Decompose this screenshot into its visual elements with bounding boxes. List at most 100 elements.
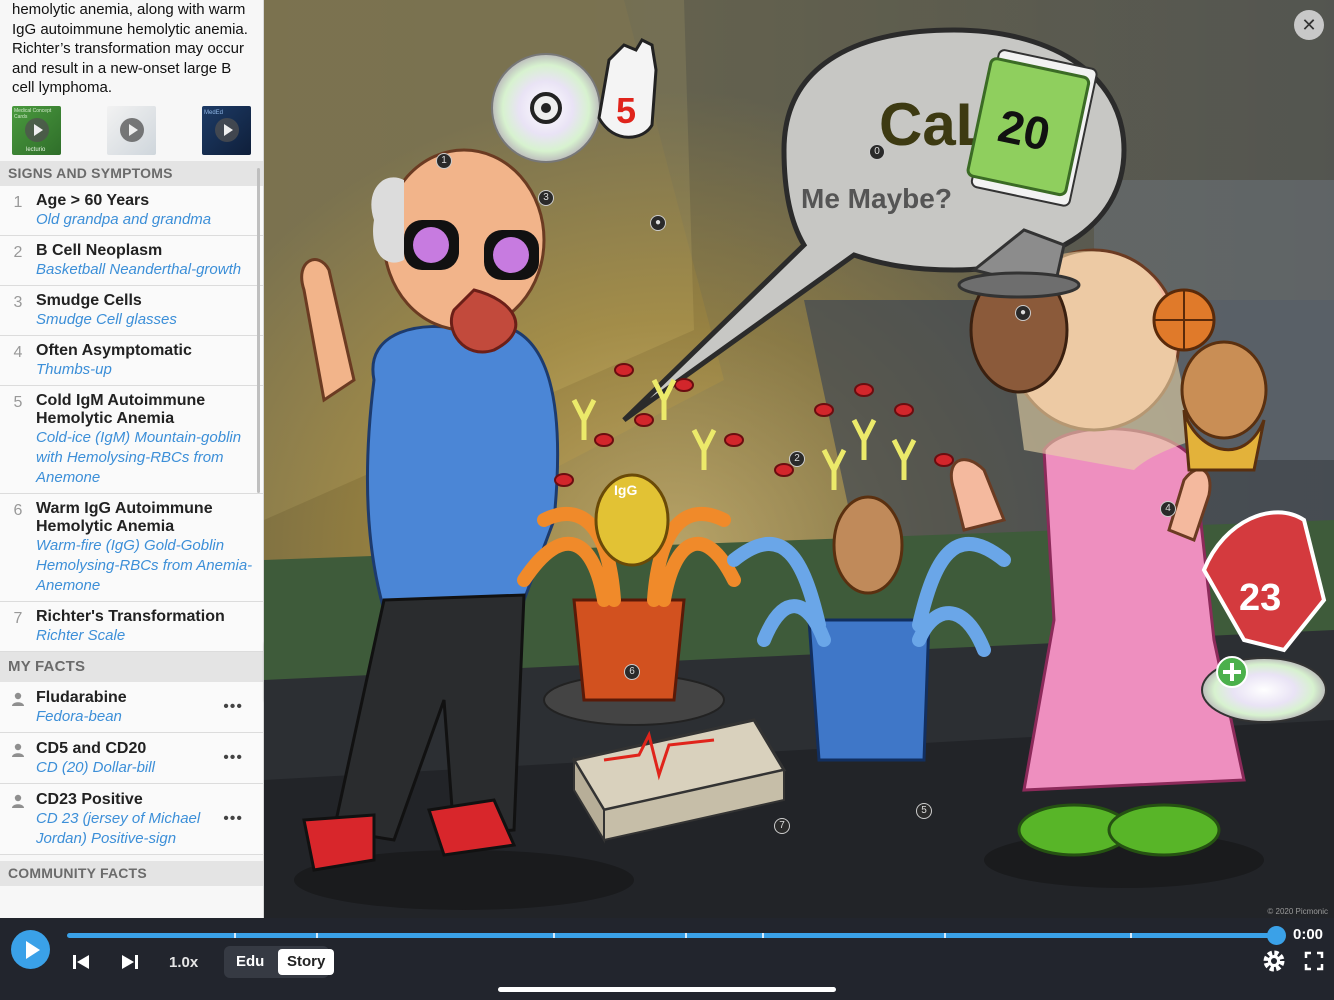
more-options-button[interactable]: ••• <box>223 810 243 828</box>
skip-forward-icon <box>122 955 138 969</box>
video-thumbnail-3[interactable]: MedEd <box>202 105 251 155</box>
scene-marker[interactable]: 3 <box>538 190 554 206</box>
symptom-mnemonic: Richter Scale <box>36 626 126 644</box>
close-icon: ✕ <box>1301 15 1317 35</box>
symptom-mnemonic: Basketball Neanderthal-growth <box>36 260 242 278</box>
skip-back-button[interactable] <box>71 952 91 977</box>
user-marker-icon[interactable]: ● <box>1015 305 1031 321</box>
fullscreen-button[interactable] <box>1304 951 1324 976</box>
progress-chapter-tick <box>316 933 318 938</box>
skip-back-icon <box>73 955 89 969</box>
intro-text: hemolytic anemia, along with warm IgG au… <box>12 1 248 96</box>
more-options-button[interactable]: ••• <box>223 698 243 716</box>
scene-marker[interactable]: 2 <box>789 451 805 467</box>
hand-label: 5 <box>616 90 636 131</box>
symptom-mnemonic: Thumbs-up <box>36 360 112 378</box>
symptom-number: 7 <box>13 609 23 627</box>
skip-forward-button[interactable] <box>120 952 140 977</box>
scene-marker[interactable]: 7 <box>774 818 790 834</box>
scene-marker[interactable]: 4 <box>1160 501 1176 517</box>
playback-speed-button[interactable]: 1.0x <box>169 954 198 971</box>
progress-chapter-tick <box>553 933 555 938</box>
speech-subtitle: Me Maybe? <box>801 183 952 214</box>
symptom-title: Warm IgG Autoimmune Hemolytic Anemia <box>36 499 213 535</box>
symptom-number: 6 <box>13 501 23 519</box>
symptom-title: B Cell Neoplasm <box>36 241 163 259</box>
person-icon <box>0 791 36 849</box>
person-icon <box>0 689 36 727</box>
scene-marker[interactable]: 5 <box>916 803 932 819</box>
progress-chapter-tick <box>234 933 236 938</box>
symptom-mnemonic: Smudge Cell glasses <box>36 310 177 328</box>
fact-mnemonic: CD 23 (jersey of Michael Jordan) Positiv… <box>36 809 201 847</box>
progress-chapter-tick <box>685 933 687 938</box>
thumbnail-sub: lecturio <box>26 146 46 153</box>
user-marker-icon[interactable]: ● <box>650 215 666 231</box>
copyright-text: © 2020 Picmonic <box>1267 907 1328 916</box>
mode-story-button[interactable]: Story <box>278 949 335 975</box>
symptom-number: 3 <box>13 293 23 311</box>
symptom-item[interactable]: 2 B Cell Neoplasm Basketball Neanderthal-g… <box>0 235 263 286</box>
progress-chapter-tick <box>1130 933 1132 938</box>
scene-marker[interactable]: 6 <box>624 664 640 680</box>
play-icon <box>119 118 144 142</box>
symptom-body: Age > 60 Years Old grandpa and grandma <box>36 192 257 230</box>
play-button[interactable] <box>11 930 50 969</box>
symptom-item[interactable]: 7 Richter's Transformation Richter Scale <box>0 601 263 652</box>
progress-track[interactable] <box>67 933 1277 938</box>
symptom-body: Warm IgG Autoimmune Hemolytic Anemia Warm… <box>36 500 257 596</box>
time-readout: 0:00 <box>1293 926 1324 943</box>
jersey-label: 23 <box>1239 577 1281 619</box>
fact-item[interactable]: CD23 Positive CD 23 (jersey of Michael Jo… <box>0 783 263 855</box>
mode-edu-button[interactable]: Edu <box>227 949 273 975</box>
player-bar: 0:00 1.0x Edu Story <box>0 918 1334 1000</box>
section-header-signs: SIGNS AND SYMPTOMS <box>0 160 263 186</box>
video-thumbnail-2[interactable] <box>107 105 156 155</box>
symptom-item[interactable]: 1 Age > 60 Years Old grandpa and grandma <box>0 185 263 236</box>
fact-item[interactable]: Fludarabine Fedora-bean ••• <box>0 681 263 733</box>
video-thumbnails: Medical Concept Cards lecturio MedEd <box>0 98 263 161</box>
symptom-title: Smudge Cells <box>36 291 142 309</box>
cd-disc-icon <box>491 53 601 163</box>
symptom-title: Cold IgM Autoimmune Hemolytic Anemia <box>36 391 206 427</box>
symptom-item[interactable]: 3 Smudge Cells Smudge Cell glasses <box>0 285 263 336</box>
symptom-number: 4 <box>13 343 23 361</box>
symptom-body: Cold IgM Autoimmune Hemolytic Anemia Cold… <box>36 392 257 488</box>
symptom-body: Richter's Transformation Richter Scale <box>36 608 257 646</box>
symptom-mnemonic: Warm-fire (IgG) Gold-Goblin Hemolysing-R… <box>36 536 253 594</box>
symptom-mnemonic: Old grandpa and grandma <box>36 210 212 228</box>
mnemonic-scene[interactable]: CaLL Me Maybe? 5 20 23 IgG 1 0 3 2 4 6 5… <box>264 0 1334 918</box>
video-thumbnail-1[interactable]: Medical Concept Cards lecturio <box>12 105 61 155</box>
thumbnail-caption: MedEd <box>204 109 224 116</box>
symptom-number: 2 <box>13 243 23 261</box>
mode-toggle: Edu Story <box>224 946 335 978</box>
symptom-item[interactable]: 6 Warm IgG Autoimmune Hemolytic Anemia War… <box>0 493 263 602</box>
scene-marker[interactable]: 1 <box>436 153 452 169</box>
play-icon <box>214 118 239 142</box>
section-header-my-facts: MY FACTS <box>0 651 263 682</box>
fact-mnemonic: CD (20) Dollar-bill <box>36 758 155 776</box>
home-indicator <box>498 987 836 992</box>
symptom-item[interactable]: 5 Cold IgM Autoimmune Hemolytic Anemia Col… <box>0 385 263 494</box>
close-button[interactable]: ✕ <box>1294 10 1324 40</box>
gear-icon <box>1263 950 1285 972</box>
fact-title: CD5 and CD20 <box>36 739 147 757</box>
symptom-number: 1 <box>13 193 23 211</box>
fact-item[interactable]: CD5 and CD20 CD (20) Dollar-bill ••• <box>0 732 263 784</box>
symptom-item[interactable]: 4 Often Asymptomatic Thumbs-up <box>0 335 263 386</box>
sidebar-scrollbar[interactable] <box>257 168 260 493</box>
progress-chapter-tick <box>944 933 946 938</box>
more-options-button[interactable]: ••• <box>223 749 243 767</box>
settings-button[interactable] <box>1261 948 1287 979</box>
symptom-title: Richter's Transformation <box>36 607 225 625</box>
symptom-title: Often Asymptomatic <box>36 341 192 359</box>
symptom-body: Smudge Cells Smudge Cell glasses <box>36 292 257 330</box>
progress-knob[interactable] <box>1267 926 1286 945</box>
sidebar: hemolytic anemia, along with warm IgG au… <box>0 0 264 918</box>
symptom-mnemonic: Cold-ice (IgM) Mountain-goblin with Hemo… <box>36 428 242 486</box>
fact-list: Fludarabine Fedora-bean ••• CD5 and CD20 CD … <box>0 681 263 855</box>
symptom-body: B Cell Neoplasm Basketball Neanderthal-gr… <box>36 242 257 280</box>
fact-title: Fludarabine <box>36 688 127 706</box>
scene-marker[interactable]: 0 <box>869 144 885 160</box>
symptom-title: Age > 60 Years <box>36 191 150 209</box>
